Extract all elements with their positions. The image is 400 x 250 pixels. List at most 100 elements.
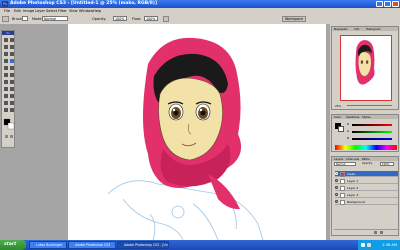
new-layer-icon[interactable]: [374, 231, 377, 234]
eye-icon[interactable]: [335, 193, 338, 196]
pen-tool-icon: [4, 87, 8, 91]
layer-thumbnail: [340, 171, 345, 177]
channel-b-label: B: [347, 136, 349, 140]
taskbar-item[interactable]: Lukas Buchinger: [29, 241, 67, 249]
eye-icon[interactable]: [335, 186, 338, 189]
layer-row[interactable]: mako: [335, 171, 398, 177]
tab-info[interactable]: Info: [354, 27, 359, 31]
menu-filter[interactable]: Filter: [58, 9, 67, 13]
shape-tool-icon: [10, 94, 14, 98]
layer-row[interactable]: Layer 1: [335, 178, 398, 184]
layer-row[interactable]: Layer 3: [335, 192, 398, 198]
layer-row[interactable]: Background: [335, 199, 398, 205]
taskbar-item-active[interactable]: Adobe Photoshop CS3 - [Untitled-1 @ 25% …: [117, 241, 169, 249]
channel-g-label: G: [347, 129, 350, 133]
layer-name: mako: [347, 172, 356, 176]
taskbar-item[interactable]: Adobe Photoshop CS3: [68, 241, 116, 249]
magic-wand-tool-icon: [10, 45, 14, 49]
layers-tabs: Layers Channels Paths: [332, 157, 398, 161]
clock: 2:38 AM: [382, 243, 397, 247]
blur-tool-icon: [4, 80, 8, 84]
navigator-preview[interactable]: [340, 35, 392, 101]
airbrush-icon[interactable]: [163, 16, 169, 22]
close-button[interactable]: [392, 1, 399, 7]
brush-tool-preset-icon[interactable]: [2, 16, 9, 22]
color-panel: Color Swatches Styles R G B: [331, 114, 399, 152]
color-spectrum-bar[interactable]: [335, 145, 397, 150]
title-bar: Ps Adobe Photoshop CS3 - [Untitled-1 @ 2…: [0, 0, 400, 8]
flow-input[interactable]: 100%: [144, 16, 158, 21]
path-selection-tool-icon: [4, 94, 8, 98]
volume-icon[interactable]: [367, 243, 371, 247]
layer-thumbnail: [340, 185, 345, 191]
system-tray: 2:38 AM: [358, 240, 400, 250]
color-bg-swatch[interactable]: [338, 126, 344, 132]
navigator-zoom-slider[interactable]: [347, 105, 392, 106]
mode-select[interactable]: Normal: [42, 16, 68, 21]
tab-paths[interactable]: Paths: [362, 157, 370, 161]
toolbox: Ps: [1, 30, 15, 148]
layer-name: Background: [347, 200, 365, 204]
menu-file[interactable]: File: [4, 9, 10, 13]
document-canvas[interactable]: [68, 24, 326, 241]
tab-navigator[interactable]: Navigator: [334, 27, 348, 31]
opacity-input[interactable]: 100%: [113, 16, 127, 21]
menu-window[interactable]: Window: [79, 9, 93, 13]
brush-picker[interactable]: [22, 16, 28, 21]
opacity-label: Opacity:: [92, 17, 107, 21]
history-brush-tool-icon: [10, 66, 14, 70]
tab-layers[interactable]: Layers: [334, 157, 343, 161]
layer-blend-mode-select[interactable]: Normal: [334, 162, 356, 166]
girl-illustration: [107, 37, 264, 241]
clone-stamp-tool-icon: [4, 66, 8, 70]
workspace-button[interactable]: Workspace: [282, 16, 307, 22]
window-title: Adobe Photoshop CS3 - [Untitled-1 @ 25% …: [10, 1, 158, 6]
menu-layer[interactable]: Layer: [35, 9, 45, 13]
marquee-tool-icon: [10, 38, 14, 42]
channel-g-slider[interactable]: [352, 131, 392, 133]
notes-tool-icon: [4, 101, 8, 105]
menu-edit[interactable]: Edit: [14, 9, 21, 13]
navigator-zoom[interactable]: 25%: [335, 104, 341, 108]
tab-color[interactable]: Color: [334, 115, 341, 119]
menu-select[interactable]: Select: [46, 9, 57, 13]
menu-view[interactable]: View: [69, 9, 78, 13]
tab-histogram[interactable]: Histogram: [366, 27, 381, 31]
eye-icon[interactable]: [335, 179, 338, 182]
crop-tool-icon: [4, 52, 8, 56]
layer-name: Layer 1: [347, 179, 359, 183]
background-color-swatch: [7, 122, 15, 130]
hand-tool-icon: [4, 108, 8, 112]
maximize-button[interactable]: [384, 1, 391, 7]
channel-b-slider[interactable]: [352, 138, 392, 140]
eye-icon[interactable]: [335, 172, 338, 175]
type-tool-icon: [10, 87, 14, 91]
layer-opacity-input[interactable]: 100%: [380, 162, 394, 166]
layer-thumbnail: [340, 178, 345, 184]
flow-label: Flow:: [132, 17, 141, 21]
start-button[interactable]: start: [0, 240, 26, 250]
tab-swatches[interactable]: Swatches: [346, 115, 359, 119]
tab-styles[interactable]: Styles: [362, 115, 370, 119]
zoom-tool-icon: [10, 108, 14, 112]
tab-channels[interactable]: Channels: [346, 157, 359, 161]
network-icon[interactable]: [361, 243, 365, 247]
channel-r-slider[interactable]: [352, 124, 392, 126]
layer-thumbnail: [340, 192, 345, 198]
trash-icon[interactable]: [380, 231, 383, 234]
tools-grid: [3, 38, 15, 138]
minimize-button[interactable]: [376, 1, 383, 7]
eye-icon[interactable]: [335, 200, 338, 203]
menu-help[interactable]: Help: [93, 9, 101, 13]
layer-row[interactable]: Layer 2: [335, 185, 398, 191]
menu-image[interactable]: Image: [23, 9, 34, 13]
eraser-tool-icon: [4, 73, 8, 77]
layer-opacity-label: Opacity:: [362, 162, 373, 165]
dodge-tool-icon: [10, 80, 14, 84]
panel-dock: Navigator Info Histogram 25% Color Swatc…: [330, 24, 400, 240]
navigator-panel: Navigator Info Histogram 25%: [331, 26, 399, 110]
quick-mask-icon: [5, 135, 8, 138]
brush-tool-icon: [10, 59, 14, 63]
layer-name: Layer 2: [347, 186, 359, 190]
layer-thumbnail: [340, 199, 345, 205]
